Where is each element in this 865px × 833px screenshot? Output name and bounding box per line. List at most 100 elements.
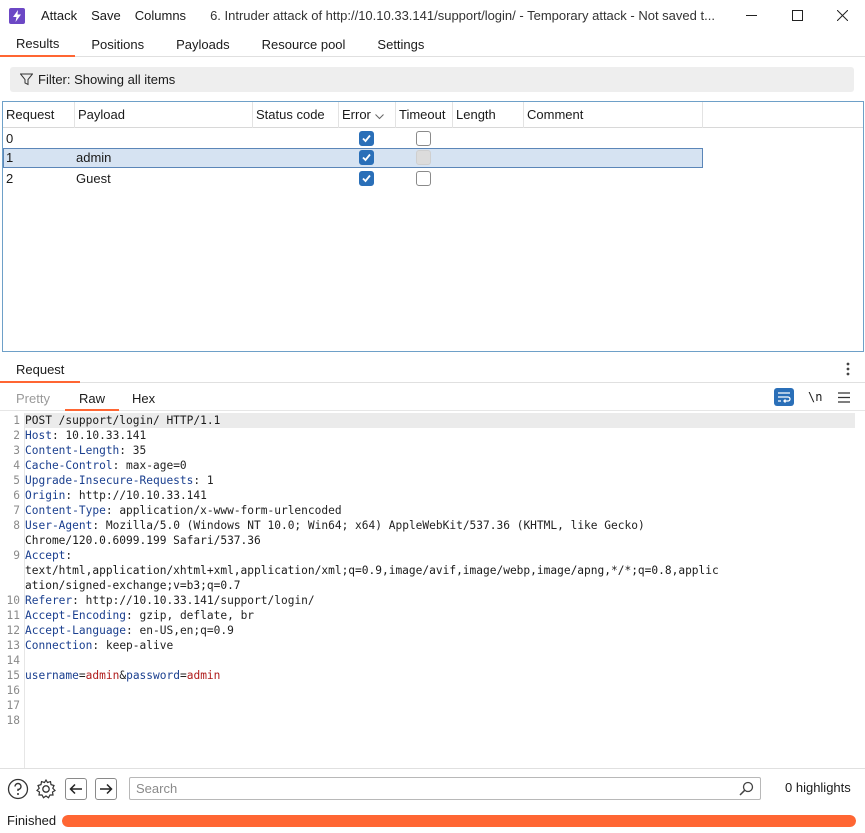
line-number: 2 xyxy=(13,429,20,442)
header-name: Origin xyxy=(25,489,66,502)
column-request[interactable]: Request xyxy=(3,102,75,128)
line-text: Accept-Language: en-US,en;q=0.9 xyxy=(25,624,234,637)
column-comment[interactable]: Comment xyxy=(524,102,703,128)
header-value: Mozilla/5.0 (Windows NT 10.0; Win64; x64… xyxy=(99,519,645,532)
next-button[interactable] xyxy=(95,778,117,800)
tab-hex[interactable]: Hex xyxy=(118,387,169,411)
filter-bar[interactable]: Filter: Showing all items xyxy=(10,67,854,92)
header-value: application/x-www-form-urlencoded xyxy=(112,504,342,517)
line-number: 16 xyxy=(6,684,20,697)
main-tabs: Results Positions Payloads Resource pool… xyxy=(0,31,865,57)
tab-payloads[interactable]: Payloads xyxy=(160,31,245,57)
header-name: User-Agent xyxy=(25,519,93,532)
code-line: text/html,application/xhtml+xml,applicat… xyxy=(25,563,859,578)
settings-button[interactable] xyxy=(35,778,57,800)
code-line: 17 xyxy=(7,698,859,713)
cell-request: 1 xyxy=(6,150,14,165)
header-name: Host xyxy=(25,429,52,442)
error-checkbox xyxy=(359,150,374,165)
newline-toggle-button[interactable]: \n xyxy=(808,390,822,404)
column-status-code[interactable]: Status code xyxy=(253,102,339,128)
column-timeout[interactable]: Timeout xyxy=(396,102,453,128)
menu-columns[interactable]: Columns xyxy=(135,8,186,23)
cell-request: 2 xyxy=(6,171,14,186)
search-icon[interactable] xyxy=(739,781,754,799)
code-line: 8 User-Agent: Mozilla/5.0 (Windows NT 10.… xyxy=(13,518,859,533)
header-name: Content-Length xyxy=(25,444,120,457)
line-text: Content-Type: application/x-www-form-url… xyxy=(25,504,342,517)
line-text: Host: 10.10.33.141 xyxy=(25,429,147,442)
code-line: 11 Accept-Encoding: gzip, deflate, br xyxy=(7,608,859,623)
progress-fill xyxy=(62,815,856,827)
line-text: Referer: http://10.10.33.141/support/log… xyxy=(25,594,315,607)
code-line: 9 Accept: xyxy=(13,548,859,563)
line-text: Content-Length: 35 xyxy=(25,444,147,457)
more-options-icon[interactable] xyxy=(846,362,850,379)
window-title: 6. Intruder attack of http://10.10.33.14… xyxy=(210,8,715,23)
line-number: 8 xyxy=(13,519,20,532)
tab-settings[interactable]: Settings xyxy=(361,31,440,57)
table-row[interactable]: 2 Guest xyxy=(3,169,703,189)
close-icon xyxy=(836,10,848,21)
header-value: en-US,en;q=0.9 xyxy=(132,624,234,637)
menu-save[interactable]: Save xyxy=(91,8,121,23)
header-value: 1 xyxy=(200,474,214,487)
menu-attack[interactable]: Attack xyxy=(41,8,77,23)
code-line: 2 Host: 10.10.33.141 xyxy=(13,428,859,443)
code-line: 5 Upgrade-Insecure-Requests: 1 xyxy=(13,473,859,488)
line-number: 17 xyxy=(6,699,20,712)
request-body[interactable]: 1 POST /support/login/ HTTP/1.1 2 Host: 10.… xyxy=(7,413,859,728)
search-box[interactable] xyxy=(129,777,761,800)
tab-raw[interactable]: Raw xyxy=(65,387,120,411)
line-text: Origin: http://10.10.33.141 xyxy=(25,489,207,502)
line-text: Connection: keep-alive xyxy=(25,639,174,652)
line-number: 14 xyxy=(6,654,20,667)
tab-request[interactable]: Request xyxy=(0,357,81,383)
menu-icon[interactable] xyxy=(838,391,850,406)
code-line: 15 username=admin&password=admin xyxy=(7,668,859,683)
code-line: 10 Referer: http://10.10.33.141/support/l… xyxy=(7,593,859,608)
line-number: 15 xyxy=(6,669,20,682)
code-line: 16 xyxy=(7,683,859,698)
timeout-checkbox xyxy=(416,171,431,186)
line-text: User-Agent: Mozilla/5.0 (Windows NT 10.0… xyxy=(25,519,645,532)
tab-positions[interactable]: Positions xyxy=(75,31,160,57)
progress-bar xyxy=(62,815,856,827)
table-row[interactable]: 0 xyxy=(3,129,703,149)
header-name: Content-Type xyxy=(25,504,106,517)
column-error[interactable]: Error xyxy=(339,102,396,128)
column-error-label: Error xyxy=(342,107,371,122)
maximize-button[interactable] xyxy=(774,0,820,31)
header-name: Accept xyxy=(25,549,66,562)
close-button[interactable] xyxy=(819,0,865,31)
gear-icon xyxy=(36,778,56,799)
results-table: Request Payload Status code Error Timeou… xyxy=(2,101,864,352)
line-text: Accept: xyxy=(25,549,73,562)
line-number: 1 xyxy=(13,414,20,427)
code-line: 18 xyxy=(7,713,859,728)
column-payload[interactable]: Payload xyxy=(75,102,253,128)
help-button[interactable] xyxy=(7,778,29,800)
tab-results[interactable]: Results xyxy=(0,31,76,57)
request-editor[interactable]: 1 POST /support/login/ HTTP/1.1 2 Host: 10.… xyxy=(0,413,865,768)
bottom-toolbar: 0 highlights xyxy=(0,768,865,808)
previous-button[interactable] xyxy=(65,778,87,800)
timeout-checkbox xyxy=(416,150,431,165)
tab-pretty[interactable]: Pretty xyxy=(2,387,64,411)
table-row-selected[interactable]: 1 admin xyxy=(3,148,703,168)
code-line: 14 xyxy=(7,653,859,668)
search-input[interactable] xyxy=(130,778,730,799)
param-value: admin xyxy=(85,669,120,682)
header-value: keep-alive xyxy=(99,639,174,652)
maximize-icon xyxy=(791,10,803,21)
header-value: 35 xyxy=(126,444,147,457)
column-length[interactable]: Length xyxy=(453,102,524,128)
tab-resource-pool[interactable]: Resource pool xyxy=(246,31,362,57)
arrow-right-icon xyxy=(100,783,113,795)
word-wrap-button[interactable] xyxy=(774,388,794,406)
line-text: text/html,application/xhtml+xml,applicat… xyxy=(25,564,719,577)
line-number: 6 xyxy=(13,489,20,502)
status-bar: Finished xyxy=(0,810,865,833)
highlights-count: 0 highlights xyxy=(785,780,851,795)
minimize-button[interactable] xyxy=(728,0,774,31)
